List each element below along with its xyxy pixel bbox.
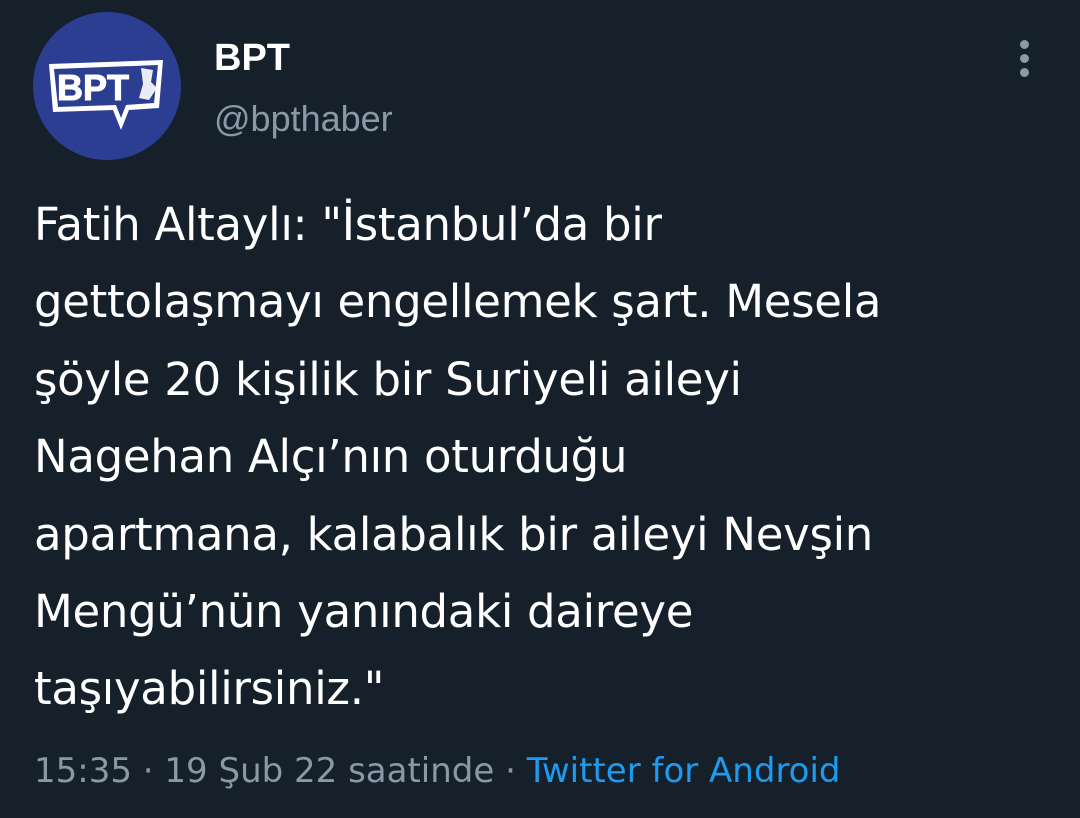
separator-dot: · [131, 751, 165, 791]
tweet-line: taşıyabilirsiniz." [34, 662, 385, 716]
tweet-line: apartmana, kalabalık bir aileyi Nevşin [34, 507, 874, 561]
tweet-line: gettolaşmayı engellemek şart. Mesela [34, 275, 882, 329]
tweet-text: Fatih Altaylı: "İstanbul’da bir gettolaş… [34, 186, 1044, 728]
author-handle[interactable]: @bpthaber [214, 97, 393, 141]
ellipsis-dot [1020, 68, 1029, 77]
tweet-line: Fatih Altaylı: "İstanbul’da bir [34, 198, 662, 251]
tweet-line: şöyle 20 kişilik bir Suriyeli aileyi [34, 352, 742, 406]
avatar-logo-text: BPT [57, 67, 129, 108]
tweet-line: Nagehan Alçı’nın oturduğu [34, 430, 628, 484]
more-options-button[interactable] [1008, 36, 1040, 82]
ellipsis-dot [1020, 54, 1029, 63]
tweet-line: Mengü’nün yanındaki daireye [34, 585, 694, 639]
bpt-logo: BPT [33, 12, 181, 160]
vertical-ellipsis-icon [1020, 40, 1029, 49]
separator-dot: · [494, 751, 527, 791]
tweet-date[interactable]: 19 Şub 22 saatinde [164, 751, 494, 791]
author-name[interactable]: BPT [214, 36, 290, 80]
tweet-source-link[interactable]: Twitter for Android [527, 751, 841, 791]
avatar[interactable]: BPT [33, 12, 181, 160]
tweet-time[interactable]: 15:35 [34, 751, 132, 791]
tweet-metadata: 15:35 · 19 Şub 22 saatinde · Twitter for… [34, 748, 841, 794]
